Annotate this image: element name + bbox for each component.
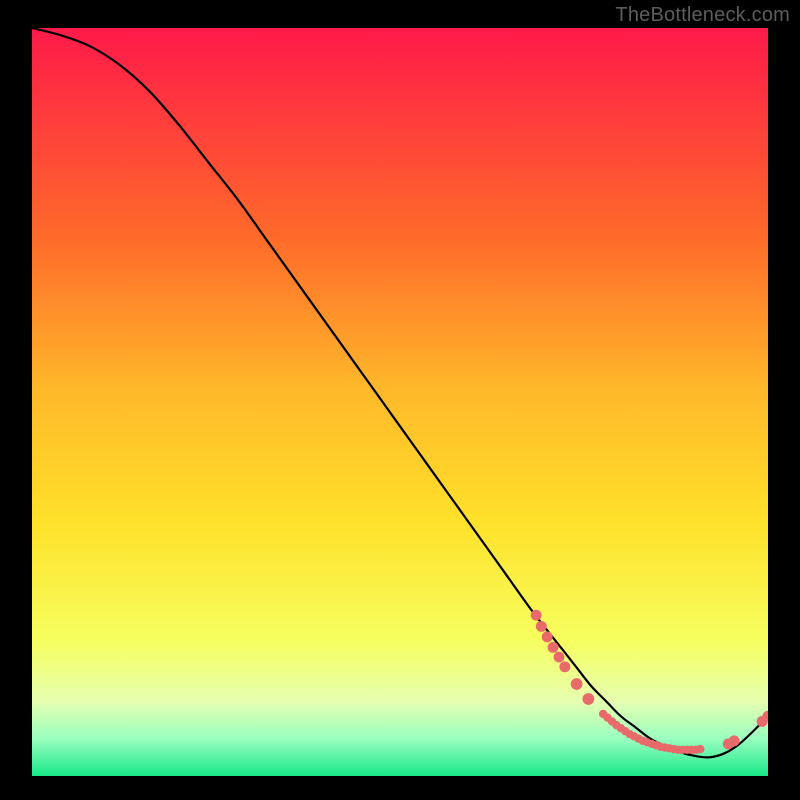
data-point xyxy=(536,621,547,632)
data-point xyxy=(548,642,559,653)
data-point xyxy=(542,631,553,642)
chart-svg xyxy=(32,28,768,776)
data-point xyxy=(696,745,704,753)
data-point xyxy=(729,735,740,746)
data-point xyxy=(583,693,595,705)
data-point xyxy=(571,678,583,690)
gradient-background xyxy=(32,28,768,776)
plot-area xyxy=(32,28,768,776)
data-point xyxy=(554,652,565,663)
data-point xyxy=(559,661,570,672)
watermark-text: TheBottleneck.com xyxy=(615,4,790,27)
chart-frame: TheBottleneck.com xyxy=(0,0,800,800)
data-point xyxy=(531,610,542,621)
